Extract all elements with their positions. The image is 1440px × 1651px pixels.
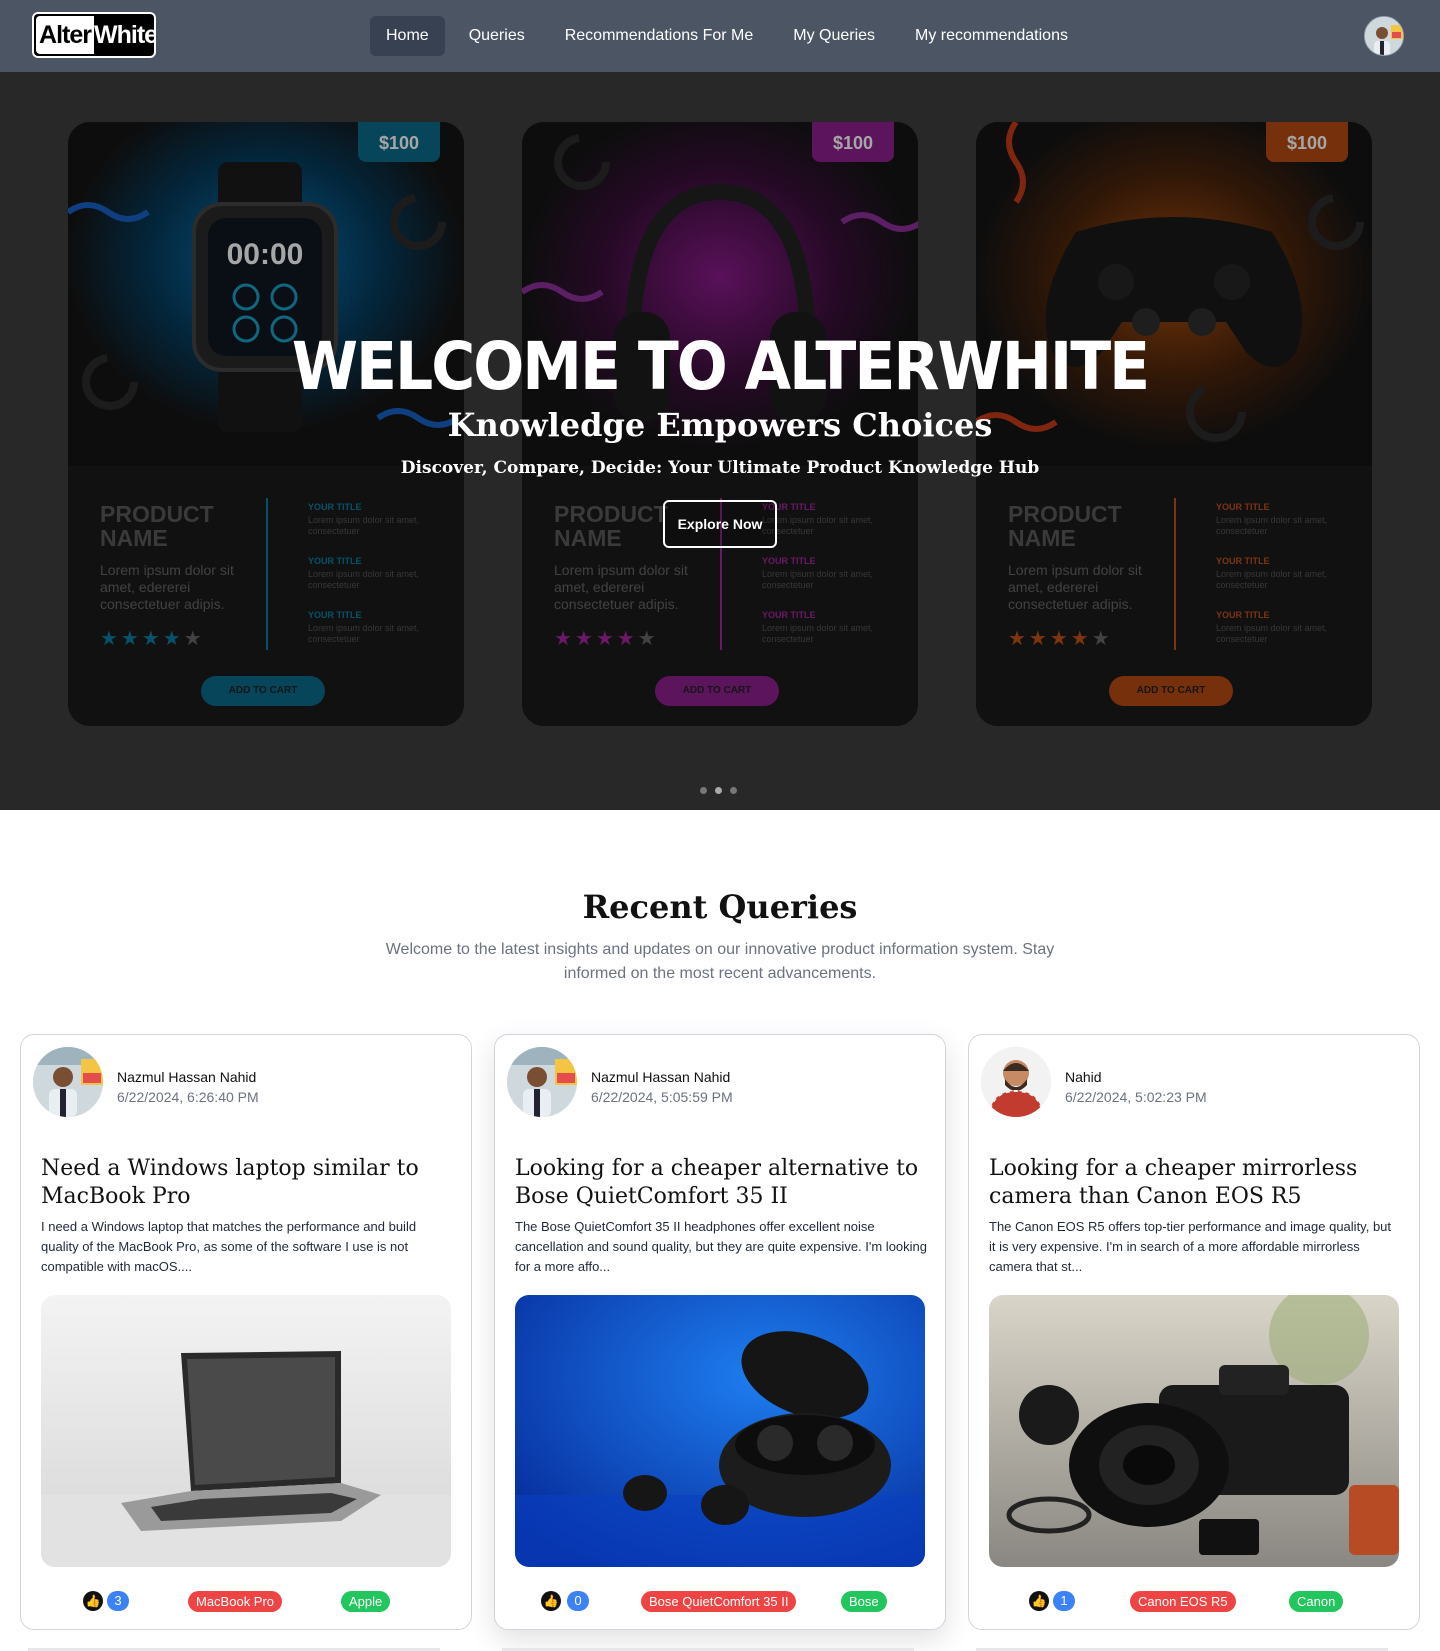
nav-links: Home Queries Recommendations For Me My Q… (370, 16, 1084, 56)
query-excerpt: The Bose QuietComfort 35 II headphones o… (515, 1219, 928, 1274)
query-excerpt: The Canon EOS R5 offers top-tier perform… (989, 1219, 1392, 1274)
query-image (41, 1295, 451, 1567)
nav-item-my-queries[interactable]: My Queries (777, 16, 891, 56)
carousel-dot-active[interactable] (715, 787, 722, 794)
post-date: 6/22/2024, 5:05:59 PM (591, 1089, 733, 1105)
recent-queries-description: Welcome to the latest insights and updat… (385, 941, 1055, 982)
author-name: Nazmul Hassan Nahid (591, 1069, 731, 1085)
post-date: 6/22/2024, 6:26:40 PM (117, 1089, 259, 1105)
nav-item-recommendations-for-me[interactable]: Recommendations For Me (549, 16, 770, 56)
query-excerpt: I need a Windows laptop that matches the… (41, 1219, 417, 1274)
like-icon[interactable]: 👍 (1029, 1591, 1049, 1611)
product-tag[interactable]: Canon EOS R5 (1130, 1591, 1236, 1612)
carousel-dots (700, 787, 737, 794)
brand-tag[interactable]: Bose (841, 1591, 887, 1612)
hero-carousel: 00:00 $100 PRODUCT NAME Lorem ipsum dolo… (0, 72, 1440, 810)
product-tag[interactable]: Bose QuietComfort 35 II (641, 1591, 797, 1612)
author-name: Nahid (1065, 1069, 1102, 1085)
like-count: 3 (107, 1591, 129, 1611)
query-card[interactable]: Nazmul Hassan Nahid 6/22/2024, 5:05:59 P… (494, 1034, 946, 1630)
author-photo (507, 1047, 577, 1117)
like-count: 0 (567, 1591, 589, 1611)
like-icon[interactable]: 👍 (83, 1591, 103, 1611)
query-card[interactable]: Nahid 6/22/2024, 5:02:23 PM Looking for … (968, 1034, 1420, 1630)
laptop-image (41, 1295, 451, 1567)
query-footer: 👍 0 Bose QuietComfort 35 II Bose (515, 1589, 925, 1613)
author-photo (33, 1047, 103, 1117)
nav-item-queries[interactable]: Queries (453, 16, 541, 56)
carousel-dot[interactable] (700, 787, 707, 794)
query-title[interactable]: Need a Windows laptop similar to MacBook… (41, 1155, 453, 1211)
hero-subtitle: Knowledge Empowers Choices (447, 406, 993, 444)
query-title[interactable]: Looking for a cheaper alternative to Bos… (515, 1155, 927, 1211)
like-count: 1 (1053, 1591, 1075, 1611)
product-tag[interactable]: MacBook Pro (188, 1591, 283, 1612)
query-footer: 👍 3 MacBook Pro Apple (41, 1589, 451, 1613)
post-date: 6/22/2024, 5:02:23 PM (1065, 1089, 1207, 1105)
carousel-dot[interactable] (730, 787, 737, 794)
author-avatar (507, 1047, 577, 1117)
brand-tag[interactable]: Apple (341, 1591, 391, 1612)
hero-tagline: Discover, Compare, Decide: Your Ultimate… (400, 458, 1040, 478)
navbar: Alter White Home Queries Recommendations… (0, 0, 1440, 72)
brand-tag[interactable]: Canon (1289, 1591, 1344, 1612)
author-avatar (33, 1047, 103, 1117)
like-icon[interactable]: 👍 (541, 1591, 561, 1611)
hero-title: WELCOME TO ALTERWHITE (291, 328, 1150, 406)
query-image (989, 1295, 1399, 1567)
recent-queries-title: Recent Queries (582, 888, 858, 926)
author-avatar (981, 1047, 1051, 1117)
brand-logo[interactable]: Alter White (32, 12, 156, 58)
user-avatar[interactable] (1364, 16, 1404, 56)
logo-alter-text: Alter (36, 16, 94, 54)
earbuds-image (515, 1295, 925, 1567)
query-card[interactable]: Nazmul Hassan Nahid 6/22/2024, 6:26:40 P… (20, 1034, 472, 1630)
nav-item-my-recommendations[interactable]: My recommendations (899, 16, 1084, 56)
user-avatar-photo (1365, 17, 1403, 55)
logo-white-text: White (94, 21, 156, 49)
author-photo (981, 1047, 1051, 1117)
nav-item-home[interactable]: Home (370, 16, 445, 56)
query-image (515, 1295, 925, 1567)
query-footer: 👍 1 Canon EOS R5 Canon (989, 1589, 1399, 1613)
camera-image (989, 1295, 1399, 1567)
query-title[interactable]: Looking for a cheaper mirrorless camera … (989, 1155, 1401, 1211)
author-name: Nazmul Hassan Nahid (117, 1069, 257, 1085)
explore-now-button[interactable]: Explore Now (663, 500, 777, 548)
